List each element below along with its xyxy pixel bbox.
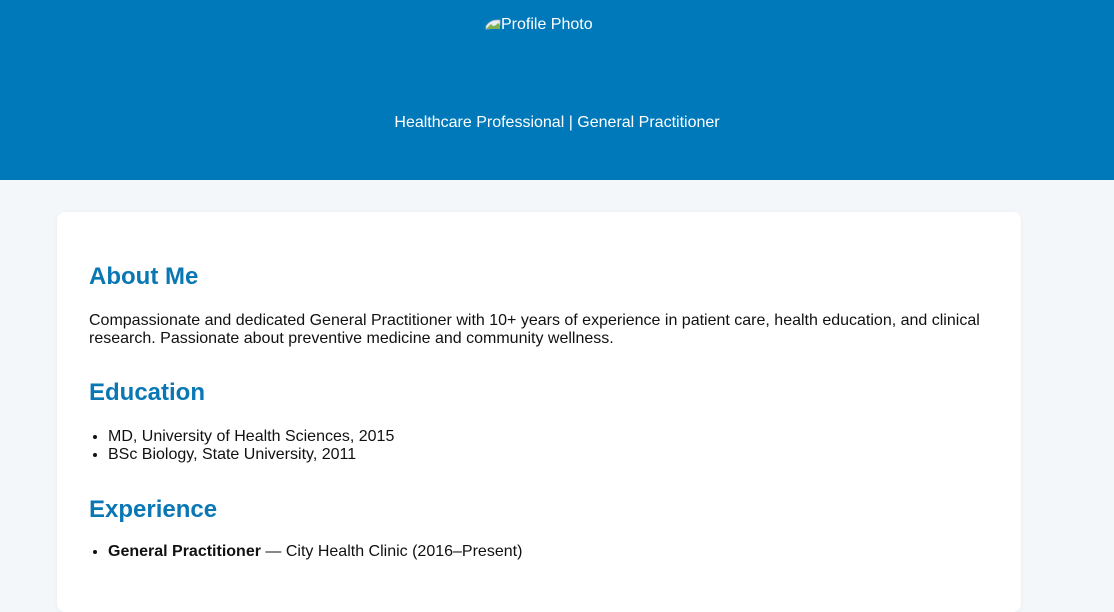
profile-photo-alt-text: Profile Photo xyxy=(501,16,592,33)
profile-header: Profile Photo Healthcare Professional | … xyxy=(0,0,1114,180)
education-item: BSc Biology, State University, 2011 xyxy=(108,446,394,464)
profile-photo: Profile Photo xyxy=(485,15,592,35)
profile-subtitle: Healthcare Professional | General Practi… xyxy=(394,114,720,131)
experience-role: General Practitioner xyxy=(108,543,261,560)
broken-image-icon xyxy=(485,19,501,30)
experience-detail: — City Health Clinic (2016–Present) xyxy=(260,543,523,560)
experience-list: General Practitioner — City Health Clini… xyxy=(89,543,522,561)
profile-card: About Me Compassionate and dedicated Gen… xyxy=(57,212,1021,612)
education-heading: Education xyxy=(89,379,206,406)
education-item: MD, University of Health Sciences, 2015 xyxy=(108,428,394,446)
about-text: Compassionate and dedicated General Prac… xyxy=(89,312,980,347)
experience-heading: Experience xyxy=(89,496,218,523)
about-heading: About Me xyxy=(89,263,199,290)
experience-item: General Practitioner — City Health Clini… xyxy=(108,543,522,561)
education-list: MD, University of Health Sciences, 2015 … xyxy=(89,428,394,464)
